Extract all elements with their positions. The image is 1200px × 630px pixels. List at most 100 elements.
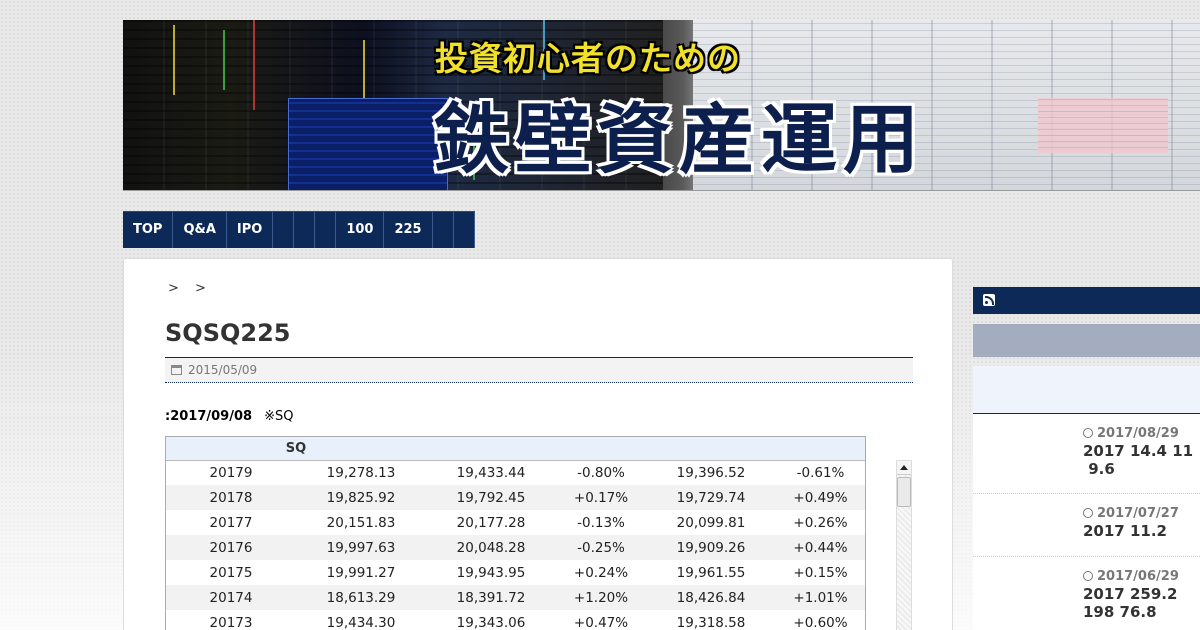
nav-item[interactable] [273, 212, 295, 248]
table-header-sq: SQ [166, 437, 426, 461]
table-cell: -0.13% [577, 514, 625, 531]
table-cell: +1.20% [556, 585, 646, 610]
banner-pink-panel [1038, 98, 1168, 153]
table-cell: +0.15% [793, 564, 848, 581]
table-cell: +1.01% [776, 585, 865, 610]
table-scrollbar[interactable] [896, 460, 912, 630]
sidebar-tab-bar[interactable] [973, 324, 1200, 357]
sidebar-post-date: 2017/08/29 [1083, 426, 1179, 441]
table-cell: 18,613.29 [296, 585, 426, 610]
table-cell: 20,151.83 [326, 514, 396, 531]
sidebar-post-title[interactable]: 2017 259.2 198 76.8 [1083, 585, 1177, 621]
banner-blue-panel [288, 98, 448, 190]
table-cell: 18,391.72 [426, 585, 556, 610]
post-meta: 2015/05/09 [165, 357, 913, 383]
nav-item-225[interactable]: 225 [384, 212, 433, 248]
breadcrumb[interactable]: > > [168, 281, 212, 296]
nav-item-ipo[interactable]: IPO [227, 212, 274, 248]
sidebar-post[interactable]: 2017/07/27 2017 11.2 [973, 494, 1200, 557]
scroll-thumb[interactable] [897, 477, 911, 507]
scroll-up-arrow-icon[interactable] [897, 461, 911, 475]
table-cell: 20173 [209, 614, 253, 630]
note-date: :2017/09/08 [165, 409, 253, 424]
table-cell: -0.80% [577, 464, 625, 481]
sidebar-post-date: 2017/07/27 [1083, 506, 1179, 521]
table-cell: 20,099.81 [676, 514, 746, 531]
banner-subtitle: 投資初心者のための [435, 39, 741, 78]
sidebar-post[interactable]: 2017/08/29 2017 14.4 11 9.6 [973, 414, 1200, 494]
table-cell: 19,792.45 [426, 485, 556, 510]
table-cell: 18,426.84 [646, 585, 776, 610]
table-header-cell [646, 437, 776, 461]
post-date: 2015/05/09 [188, 363, 258, 377]
nav-item[interactable] [454, 212, 475, 248]
table-row: 20173 19,434.30 19,343.06 +0.47% 19,318.58 +0… [166, 610, 865, 630]
table-cell: 19,991.27 [326, 564, 396, 581]
sq-table: SQ 20179 19,278.13 19,433.44 -0.80% 19,396.5… [166, 437, 865, 630]
table-cell: 20177 [209, 514, 253, 531]
sidebar-rss-header[interactable] [973, 287, 1200, 314]
main-content-card: > > SQSQ225 2015/05/09 :2017/09/08 ※SQ SQ… [123, 258, 953, 630]
post-title: SQSQ225 [165, 319, 291, 347]
sidebar-section-header [973, 366, 1200, 414]
table-cell: 20178 [166, 485, 296, 510]
rss-icon[interactable] [983, 294, 995, 306]
table-cell: 20176 [166, 535, 296, 560]
table-cell: -0.61% [796, 464, 845, 481]
table-cell: 20175 [209, 564, 253, 581]
table-row: 20176 19,997.63 20,048.28 -0.25% 19,909.26 +0… [166, 535, 865, 560]
sidebar-post[interactable]: 2017/06/29 2017 259.2 198 76.8 [973, 557, 1200, 630]
sidebar-post-date: 2017/06/29 [1083, 569, 1179, 584]
table-cell: 20174 [166, 585, 296, 610]
table-cell: 19,961.55 [676, 564, 746, 581]
table-cell: 19,318.58 [676, 614, 746, 630]
table-cell: 19,943.95 [456, 564, 526, 581]
table-header-cell [776, 437, 865, 461]
clock-icon [1083, 508, 1093, 518]
table-cell: 19,825.92 [296, 485, 426, 510]
table-cell: +0.44% [776, 535, 865, 560]
nav-item-qa[interactable]: Q&A [173, 212, 227, 248]
update-note: :2017/09/08 ※SQ [165, 409, 293, 424]
table-row: 20179 19,278.13 19,433.44 -0.80% 19,396.52 -0… [166, 460, 865, 485]
nav-item[interactable] [294, 212, 316, 248]
table-header-row: SQ [166, 437, 865, 461]
global-nav: TOP Q&A IPO 100 225 [123, 211, 475, 248]
table-cell: 19,433.44 [456, 464, 526, 481]
table-row: 20177 20,151.83 20,177.28 -0.13% 20,099.81 +0… [166, 510, 865, 535]
nav-item-100[interactable]: 100 [336, 212, 385, 248]
table-cell: 20,177.28 [456, 514, 526, 531]
table-cell: -0.25% [556, 535, 646, 560]
table-body: 20179 19,278.13 19,433.44 -0.80% 19,396.52 -0… [166, 460, 865, 630]
sidebar-post-title[interactable]: 2017 11.2 [1083, 522, 1167, 540]
sq-table-container[interactable]: SQ 20179 19,278.13 19,433.44 -0.80% 19,396.5… [165, 436, 866, 630]
banner-ticker-line [223, 30, 225, 90]
table-cell: 19,997.63 [296, 535, 426, 560]
banner-ticker-line [253, 20, 255, 110]
sidebar-post-title[interactable]: 2017 14.4 11 9.6 [1083, 442, 1193, 478]
table-header-cell [426, 437, 556, 461]
clock-icon [1083, 428, 1093, 438]
calendar-icon [171, 365, 182, 375]
table-cell: 19,396.52 [676, 464, 746, 481]
table-cell: 20,048.28 [426, 535, 556, 560]
nav-item[interactable] [315, 212, 337, 248]
nav-item[interactable] [433, 212, 454, 248]
clock-icon [1083, 571, 1093, 581]
banner-title: 鉄壁資産運用 [433, 95, 925, 184]
table-cell: 20179 [209, 464, 253, 481]
site-banner[interactable]: 投資初心者のための 鉄壁資産運用 [123, 20, 1200, 191]
table-cell: +0.49% [776, 485, 865, 510]
table-cell: +0.47% [573, 614, 629, 630]
table-cell: +0.17% [556, 485, 646, 510]
sidebar-post-list: 2017/08/29 2017 14.4 11 9.6 2017/07/27 2… [973, 414, 1200, 630]
banner-ticker-line [173, 25, 175, 95]
table-cell: +0.24% [573, 564, 629, 581]
table-cell: 19,278.13 [326, 464, 396, 481]
table-row: 20175 19,991.27 19,943.95 +0.24% 19,961.55 +0… [166, 560, 865, 585]
nav-item-top[interactable]: TOP [123, 212, 174, 248]
table-row: 20174 18,613.29 18,391.72 +1.20% 18,426.84 +1… [166, 585, 865, 610]
note-text: ※SQ [264, 409, 294, 424]
table-cell: +0.26% [793, 514, 848, 531]
table-header-cell [556, 437, 646, 461]
